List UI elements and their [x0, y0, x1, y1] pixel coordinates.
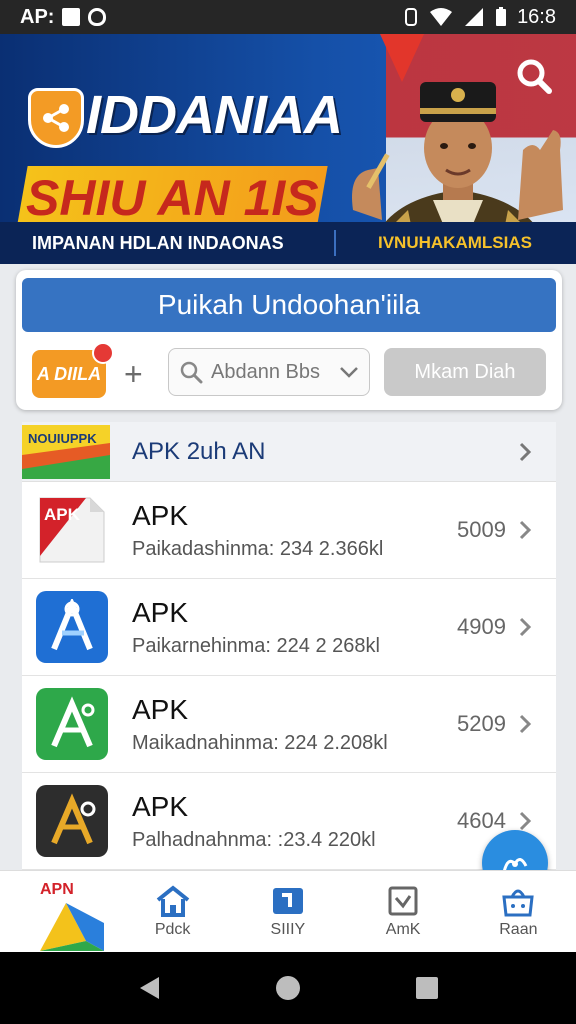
list-item[interactable]: APK APK Paikadashinma: 234 2.366kl 5009: [22, 482, 556, 579]
app-badge-label: A DIILA: [36, 363, 102, 384]
triangle-logo-icon: [40, 903, 104, 951]
chevron-right-icon: [519, 811, 532, 831]
list-item[interactable]: APK Palhadnahnma: :23.4 220kl 4604: [22, 773, 556, 870]
dark-a-app-icon: [36, 785, 108, 857]
notification-icon: [62, 8, 81, 26]
banner-search-icon[interactable]: [514, 56, 554, 96]
nav-item-check[interactable]: AmK: [346, 871, 461, 952]
home-button-icon[interactable]: [275, 975, 301, 1001]
apk-badge-text: APK: [44, 505, 81, 524]
item-name: APK: [132, 596, 189, 628]
nav-label: Pdck: [154, 920, 191, 938]
strip-right-text: IVNUHAKAMLSIAS: [378, 233, 532, 252]
item-count: 5209: [457, 711, 506, 736]
home-icon: [156, 884, 189, 917]
wifi-icon: [430, 8, 453, 26]
status-left-text: AP:: [20, 5, 55, 28]
item-subtitle: Palhadnahnma: :23.4 220kl: [132, 828, 376, 851]
apk-file-icon: APK: [36, 494, 108, 566]
strip-left-text: IMPANAN HDLAN INDAONAS: [32, 232, 284, 253]
notification-dot: [92, 342, 114, 364]
nav-logo[interactable]: APN: [0, 871, 115, 952]
item-subtitle: Maikadnahinma: 224 2.208kl: [132, 731, 388, 754]
card-title[interactable]: Puikah Undoohan'iila: [22, 278, 556, 332]
item-count: 4909: [457, 614, 506, 639]
list-header-logo: NOUIUPPK: [22, 424, 110, 479]
item-name: APK: [132, 499, 189, 531]
nav-label: AmK: [385, 920, 421, 938]
banner-strip: IMPANAN HDLAN INDAONAS IVNUHAKAMLSIAS: [0, 222, 576, 264]
chevron-right-icon: [519, 520, 532, 540]
brand-title: IDDANIAA: [86, 85, 343, 145]
list-item[interactable]: APK Maikadnahinma: 224 2.208kl 5209: [22, 676, 556, 773]
item-name: APK: [132, 790, 189, 822]
share-shield-icon: [28, 88, 84, 148]
system-nav-bar: [0, 952, 576, 1024]
item-count: 4604: [457, 808, 506, 833]
box-icon: [272, 887, 303, 914]
chevron-right-icon: [519, 714, 532, 734]
nav-item-box[interactable]: SIIIY: [230, 871, 345, 952]
blue-a-app-icon: [36, 591, 108, 663]
chevron-down-icon[interactable]: [339, 365, 359, 379]
nav-item-home[interactable]: Pdck: [115, 871, 230, 952]
search-icon: [180, 361, 203, 384]
slogan-text: SHIU AN 1IS: [25, 170, 319, 226]
green-a-app-icon: [36, 688, 108, 760]
list-item[interactable]: APK Paikarnehinma: 224 2 268kl 4909: [22, 579, 556, 676]
vibrate-icon: [405, 8, 418, 26]
item-subtitle: Paikadashinma: 234 2.366kl: [132, 537, 384, 560]
search-placeholder: Abdann Bbs: [211, 360, 320, 383]
search-button[interactable]: Mkam Diah: [384, 348, 546, 396]
checkbox-icon: [388, 886, 418, 915]
apk-list: NOUIUPPK APK 2uh AN APK APK Paikadashinm…: [22, 422, 556, 870]
search-card: Puikah Undoohan'iila A DIILA + Abdann Bb…: [16, 270, 562, 410]
battery-icon: [496, 7, 507, 26]
item-name: APK: [132, 693, 189, 725]
list-header-logo-text: NOUIUPPK: [28, 430, 97, 446]
item-count: 5009: [457, 517, 506, 542]
nav-label: SIIIY: [270, 920, 306, 938]
status-bar: AP: 16:8: [0, 0, 576, 34]
back-icon[interactable]: [137, 975, 161, 1001]
chevron-right-icon: [519, 442, 532, 461]
chevron-right-icon: [519, 617, 532, 637]
bottom-nav: APN Pdck SIIIY AmK Raan: [0, 870, 576, 952]
recents-icon[interactable]: [415, 976, 439, 1000]
search-input[interactable]: Abdann Bbs: [168, 348, 370, 396]
list-header-title: APK 2uh AN: [132, 437, 266, 465]
item-subtitle: Paikarnehinma: 224 2 268kl: [132, 634, 380, 657]
clock: 16:8: [517, 5, 556, 28]
nav-item-bag[interactable]: Raan: [461, 871, 576, 952]
bag-icon: [502, 889, 535, 916]
cat-notification-icon: [88, 8, 107, 26]
hero-banner[interactable]: IDDANIAA SHIU AN 1IS IMPANAN HDLAN INDAO…: [0, 34, 576, 264]
plus-icon[interactable]: +: [124, 356, 143, 393]
signal-icon: [465, 8, 484, 26]
list-header[interactable]: NOUIUPPK APK 2uh AN: [22, 422, 556, 482]
app-badge[interactable]: A DIILA: [32, 342, 114, 398]
slogan-ribbon: SHIU AN 1IS: [16, 166, 328, 230]
nav-label: Raan: [499, 920, 538, 938]
